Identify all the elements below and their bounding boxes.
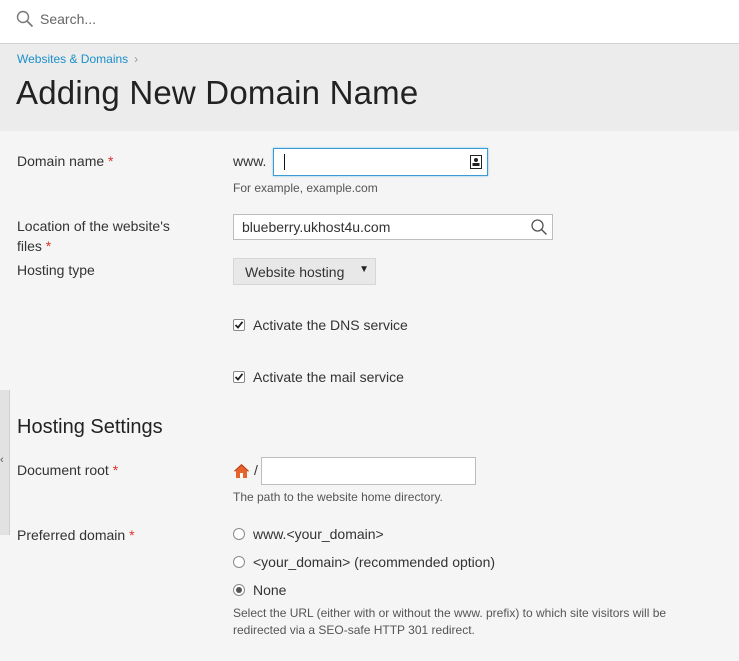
preferred-domain-label: Preferred domain *	[17, 527, 135, 543]
location-label: Location of the website's files *	[17, 218, 170, 254]
radio-label: <your_domain> (recommended option)	[253, 554, 496, 570]
domain-name-input[interactable]	[273, 148, 488, 176]
top-search-bar	[0, 0, 739, 44]
www-prefix: www.	[233, 153, 267, 169]
page-title: Adding New Domain Name	[16, 74, 419, 111]
document-root-input[interactable]	[261, 457, 476, 485]
radio-no-www[interactable]	[233, 556, 245, 568]
hosting-settings-heading: Hosting Settings	[17, 416, 163, 438]
hosting-type-select[interactable]: Website hosting ▼	[233, 258, 376, 285]
hosting-type-value: Website hosting	[245, 264, 345, 280]
document-root-hint: The path to the website home directory.	[233, 490, 443, 504]
required-marker: *	[45, 238, 52, 254]
text-caret	[284, 154, 285, 170]
domain-name-hint: For example, example.com	[233, 181, 378, 195]
search-icon[interactable]	[530, 218, 548, 236]
chevron-left-icon: ‹	[0, 454, 4, 466]
home-icon	[234, 464, 249, 478]
preferred-domain-hint: Select the URL (either with or without t…	[233, 606, 667, 637]
document-root-label: Document root *	[17, 462, 119, 478]
contact-card-icon[interactable]	[470, 155, 482, 169]
radio-label: None	[253, 582, 287, 598]
chevron-right-icon: ›	[134, 52, 139, 66]
location-input[interactable]: blueberry.ukhost4u.com	[233, 214, 553, 240]
path-separator: /	[254, 462, 258, 478]
dns-service-label: Activate the DNS service	[253, 317, 408, 333]
chevron-down-icon: ▼	[359, 264, 369, 275]
radio-none[interactable]	[233, 584, 245, 596]
radio-www[interactable]	[233, 528, 245, 540]
mail-service-checkbox[interactable]	[233, 371, 245, 383]
search-icon[interactable]	[16, 10, 34, 28]
required-marker: *	[129, 527, 135, 543]
radio-label: www.<your_domain>	[253, 526, 384, 542]
breadcrumb: Websites & Domains ›	[17, 52, 138, 66]
search-input[interactable]	[40, 8, 340, 30]
breadcrumb-link-websites-domains[interactable]: Websites & Domains	[17, 52, 128, 66]
hosting-type-label: Hosting type	[17, 262, 95, 278]
required-marker: *	[108, 153, 114, 169]
mail-service-label: Activate the mail service	[253, 369, 404, 385]
side-panel-toggle[interactable]: ‹	[0, 390, 10, 535]
page-header: Websites & Domains › Adding New Domain Na…	[0, 44, 739, 131]
dns-service-checkbox[interactable]	[233, 319, 245, 331]
domain-name-label: Domain name *	[17, 153, 114, 169]
required-marker: *	[112, 462, 119, 478]
location-value: blueberry.ukhost4u.com	[242, 219, 391, 235]
